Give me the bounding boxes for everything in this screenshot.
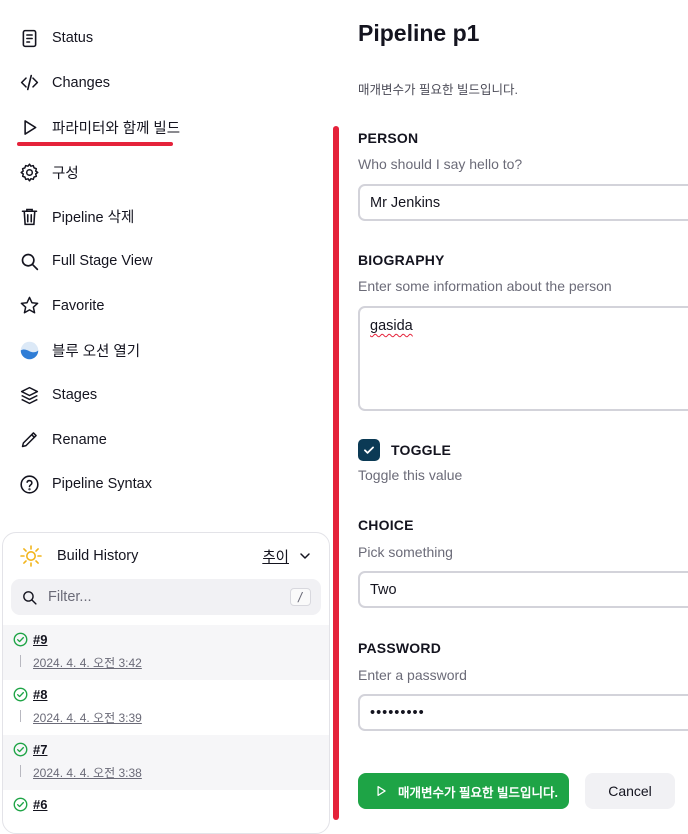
build-row[interactable]: #7 2024. 4. 4. 오전 3:38 xyxy=(3,735,329,790)
page-description: 매개변수가 필요한 빌드입니다. xyxy=(358,83,518,97)
sidebar-item-full-stage-view[interactable]: Full Stage View xyxy=(0,239,340,284)
build-row[interactable]: #6 xyxy=(3,790,329,833)
biography-textarea-value: gasida xyxy=(370,318,413,334)
pencil-icon xyxy=(18,429,40,451)
password-input-value: ••••••••• xyxy=(370,704,425,721)
param-password-name: PASSWORD xyxy=(358,640,442,656)
sidebar-item-label: Favorite xyxy=(52,297,105,314)
sidebar-item-configure[interactable]: 구성 xyxy=(0,150,340,195)
sidebar-item-label: Changes xyxy=(52,74,111,91)
sidebar-item-label: Rename xyxy=(52,431,107,448)
timeline-divider xyxy=(20,710,21,722)
trash-icon xyxy=(18,206,40,228)
star-icon xyxy=(18,295,40,317)
sidebar-item-label: 구성 xyxy=(52,165,79,182)
blue-ocean-icon xyxy=(18,339,40,361)
play-icon xyxy=(377,785,386,797)
sidebar-item-favorite[interactable]: Favorite xyxy=(0,284,340,329)
page-title: Pipeline p1 xyxy=(358,20,480,46)
param-person-name: PERSON xyxy=(358,130,419,146)
document-icon xyxy=(18,27,40,49)
search-icon xyxy=(21,589,38,606)
person-input-value: Mr Jenkins xyxy=(370,194,441,211)
build-history-header: Build History 추이 xyxy=(3,533,329,579)
sidebar-item-delete-pipeline[interactable]: Pipeline 삭제 xyxy=(0,194,340,239)
sidebar-item-label: Status xyxy=(52,30,94,47)
success-icon xyxy=(13,797,28,812)
success-icon xyxy=(13,742,28,757)
param-password-description: Enter a password xyxy=(358,667,467,683)
timeline-divider xyxy=(20,655,21,667)
password-input[interactable]: ••••••••• xyxy=(358,694,688,731)
param-toggle-description: Toggle this value xyxy=(358,467,463,483)
param-choice-description: Pick something xyxy=(358,544,453,560)
build-history-title: Build History xyxy=(57,548,139,564)
sidebar-item-label: 블루 오션 열기 xyxy=(52,343,141,360)
build-date[interactable]: 2024. 4. 4. 오전 3:39 xyxy=(33,709,142,726)
build-history-panel: Build History 추이 Filter... / #9 2024. 4.… xyxy=(2,532,330,834)
person-input[interactable]: Mr Jenkins xyxy=(358,184,688,221)
build-row[interactable]: #9 2024. 4. 4. 오전 3:42 xyxy=(3,625,329,680)
filter-placeholder: Filter... xyxy=(48,589,92,605)
sidebar-item-changes[interactable]: Changes xyxy=(0,61,340,106)
toggle-checkbox[interactable] xyxy=(358,439,380,461)
param-biography-description: Enter some information about the person xyxy=(358,278,612,294)
help-circle-icon xyxy=(18,473,40,495)
biography-textarea[interactable]: gasida xyxy=(358,306,688,411)
build-number[interactable]: #7 xyxy=(33,742,47,757)
param-biography-name: BIOGRAPHY xyxy=(358,252,445,268)
gear-icon xyxy=(18,161,40,183)
check-icon xyxy=(364,446,374,454)
sidebar-item-open-blue-ocean[interactable]: 블루 오션 열기 xyxy=(0,328,340,373)
sidebar-item-label: Full Stage View xyxy=(52,253,153,270)
param-choice-name: CHOICE xyxy=(358,517,414,533)
choice-select[interactable]: Two xyxy=(358,571,688,608)
sidebar-item-status[interactable]: Status xyxy=(0,16,340,61)
build-filter-input[interactable]: Filter... / xyxy=(11,579,321,615)
chevron-down-icon[interactable] xyxy=(297,548,313,564)
sidebar-item-label: Pipeline 삭제 xyxy=(52,210,135,227)
sidebar-nav: Status Changes 파라미터와 함께 빌드 구성 Pipeline 삭… xyxy=(0,16,340,507)
sidebar-item-label: 파라미터와 함께 빌드 xyxy=(52,120,181,137)
success-icon xyxy=(13,632,28,647)
code-icon xyxy=(18,72,40,94)
cancel-button[interactable]: Cancel xyxy=(585,773,675,809)
timeline-divider xyxy=(20,765,21,777)
success-icon xyxy=(13,687,28,702)
layers-icon xyxy=(18,384,40,406)
build-number[interactable]: #6 xyxy=(33,797,47,812)
sidebar-item-rename[interactable]: Rename xyxy=(0,417,340,462)
sun-icon xyxy=(19,544,43,568)
sidebar-item-stages[interactable]: Stages xyxy=(0,373,340,418)
keyboard-shortcut-badge: / xyxy=(289,588,311,606)
build-number[interactable]: #9 xyxy=(33,632,47,647)
build-button-label: 매개변수가 필요한 빌드입니다. xyxy=(398,785,558,800)
build-date[interactable]: 2024. 4. 4. 오전 3:38 xyxy=(33,764,142,781)
search-icon xyxy=(18,250,40,272)
choice-select-value: Two xyxy=(370,581,397,598)
build-date[interactable]: 2024. 4. 4. 오전 3:42 xyxy=(33,654,142,671)
param-toggle-name[interactable]: TOGGLE xyxy=(391,442,451,458)
build-number[interactable]: #8 xyxy=(33,687,47,702)
build-row[interactable]: #8 2024. 4. 4. 오전 3:39 xyxy=(3,680,329,735)
play-icon xyxy=(18,116,40,138)
sidebar-item-label: Stages xyxy=(52,387,98,404)
param-person-description: Who should I say hello to? xyxy=(358,156,523,172)
sidebar-item-build-with-parameters[interactable]: 파라미터와 함께 빌드 xyxy=(0,105,340,150)
build-button[interactable]: 매개변수가 필요한 빌드입니다. xyxy=(358,773,569,809)
highlight-bar xyxy=(333,126,339,820)
sidebar-item-label: Pipeline Syntax xyxy=(52,476,152,493)
trend-link[interactable]: 추이 xyxy=(262,546,289,567)
sidebar-item-pipeline-syntax[interactable]: Pipeline Syntax xyxy=(0,462,340,507)
